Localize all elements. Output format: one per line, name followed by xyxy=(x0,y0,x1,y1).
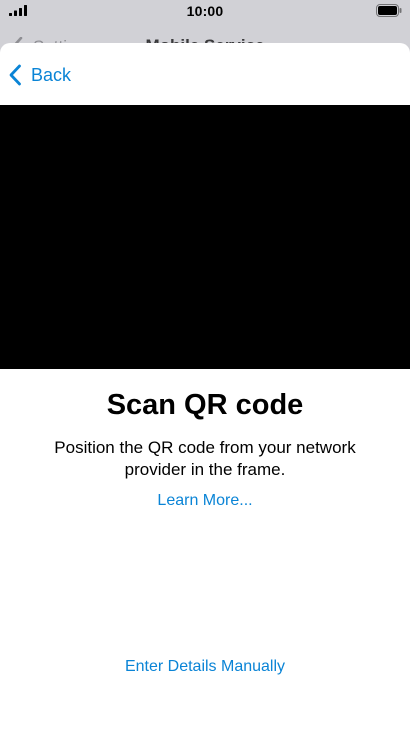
instructions-text: Position the QR code from your network p… xyxy=(54,438,356,479)
status-bar: 10:00 xyxy=(0,0,410,22)
learn-more-link[interactable]: Learn More... xyxy=(0,492,410,510)
qr-scan-sheet: Back Scan QR code Position the QR code f… xyxy=(0,43,410,729)
enter-details-manually-button[interactable]: Enter Details Manually xyxy=(0,658,410,676)
camera-viewfinder xyxy=(0,105,410,369)
battery-full-icon xyxy=(376,4,402,17)
page-title: Scan QR code xyxy=(106,389,304,421)
chevron-left-icon xyxy=(9,64,21,86)
back-button[interactable]: Back xyxy=(8,61,71,89)
status-time: 10:00 xyxy=(186,3,224,19)
back-button-label: Back xyxy=(31,64,72,85)
